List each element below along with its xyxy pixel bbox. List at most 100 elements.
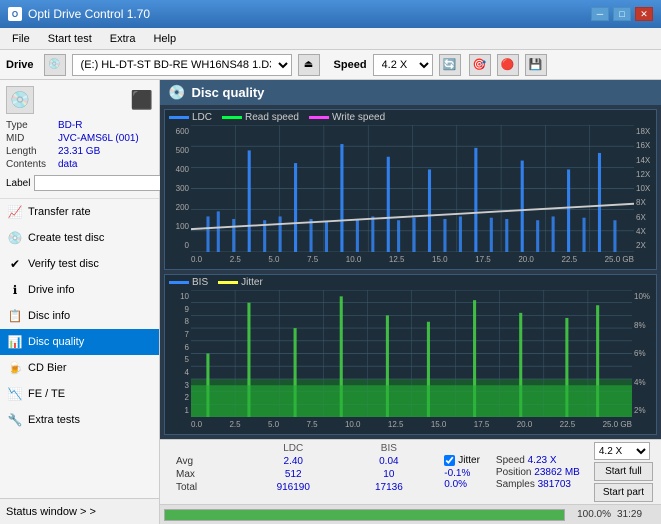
speed-select-stats[interactable]: 4.2 X — [594, 442, 650, 460]
y-top-right-6x: 6X — [636, 213, 654, 222]
disc-quality-icon: 📊 — [8, 335, 22, 349]
sidebar-item-verify-test-disc[interactable]: ✔ Verify test disc — [0, 251, 159, 277]
jitter-avg-val: -0.1% — [444, 468, 470, 479]
start-part-button[interactable]: Start part — [594, 483, 653, 502]
sidebar-item-extra-tests[interactable]: 🔧 Extra tests — [0, 407, 159, 433]
y-bot-5: 5 — [167, 355, 189, 364]
disc-mid-label: MID — [6, 133, 58, 144]
y-top-right-2x: 2X — [636, 241, 654, 250]
menu-help[interactable]: Help — [145, 31, 184, 47]
progress-time: 31:29 — [617, 509, 657, 520]
sidebar-item-label: Extra tests — [28, 414, 80, 426]
y-top-label-600: 600 — [167, 127, 189, 136]
drive-select[interactable]: (E:) HL-DT-ST BD-RE WH16NS48 1.D3 — [72, 54, 292, 76]
sidebar-item-disc-quality[interactable]: 📊 Disc quality — [0, 329, 159, 355]
y-top-right-4x: 4X — [636, 227, 654, 236]
col-ldc: LDC — [243, 442, 343, 455]
drive-label: Drive — [6, 59, 34, 71]
x-label-200: 20.0 — [518, 255, 534, 264]
disc-length-value: 23.31 GB — [58, 146, 100, 157]
disc-label-input[interactable] — [34, 175, 172, 191]
sidebar-item-label: FE / TE — [28, 388, 65, 400]
disc-type-value: BD-R — [58, 120, 82, 131]
jitter-max-val: 0.0% — [444, 479, 467, 490]
y-top-label-100: 100 — [167, 222, 189, 231]
y-bot-right-8pct: 8% — [634, 321, 654, 330]
jitter-checkbox[interactable] — [444, 455, 455, 466]
y-bot-3: 3 — [167, 381, 189, 390]
read-speed-legend-label: Read speed — [245, 112, 299, 123]
max-bis: 10 — [343, 468, 434, 481]
menu-start-test[interactable]: Start test — [40, 31, 100, 47]
menu-extra[interactable]: Extra — [102, 31, 144, 47]
sidebar-item-label: Create test disc — [28, 232, 104, 244]
bis-legend-label: BIS — [192, 277, 208, 288]
menubar: File Start test Extra Help — [0, 28, 661, 50]
y-bot-8: 8 — [167, 317, 189, 326]
speed-icon3[interactable]: 🔴 — [497, 54, 519, 76]
x-label-225: 22.5 — [561, 255, 577, 264]
disc-quality-header-icon: 💿 — [168, 84, 185, 101]
speed-select[interactable]: 4.2 X — [373, 54, 433, 76]
eject-button[interactable]: ⏏ — [298, 54, 320, 76]
sidebar-item-label: Drive info — [28, 284, 74, 296]
sidebar-item-label: Disc quality — [28, 336, 84, 348]
y-top-right-8x: 8X — [636, 198, 654, 207]
bottom-chart: BIS Jitter 10 9 8 7 6 5 — [164, 274, 657, 435]
maximize-button[interactable]: □ — [613, 7, 631, 21]
disc-expand-icon[interactable]: ⬛ — [131, 90, 153, 111]
y-top-right-16x: 16X — [636, 141, 654, 150]
sidebar-item-drive-info[interactable]: ℹ Drive info — [0, 277, 159, 303]
sidebar-item-cd-bier[interactable]: 🍺 CD Bier — [0, 355, 159, 381]
speed-row-label: Speed — [496, 455, 528, 466]
speed-refresh-icon[interactable]: 🔄 — [439, 54, 461, 76]
sidebar-item-fe-te[interactable]: 📉 FE / TE — [0, 381, 159, 407]
sidebar-item-label: Transfer rate — [28, 206, 91, 218]
content-area: 💿 Disc quality LDC Read speed — [160, 80, 661, 524]
nav-items: 📈 Transfer rate 💿 Create test disc ✔ Ver… — [0, 199, 159, 498]
col-empty — [164, 442, 243, 455]
avg-label: Avg — [164, 455, 243, 468]
top-chart-svg — [191, 125, 634, 252]
sidebar-item-transfer-rate[interactable]: 📈 Transfer rate — [0, 199, 159, 225]
app-icon: O — [8, 7, 22, 21]
x-label-175: 17.5 — [475, 255, 491, 264]
speed-label: Speed — [334, 59, 367, 71]
position-label: Position — [496, 467, 534, 478]
disc-mid-value: JVC-AMS6L (001) — [58, 133, 139, 144]
sidebar-item-disc-info[interactable]: 📋 Disc info — [0, 303, 159, 329]
disc-contents-value: data — [58, 159, 77, 170]
create-test-disc-icon: 💿 — [8, 231, 22, 245]
y-bot-right-4pct: 4% — [634, 378, 654, 387]
start-full-button[interactable]: Start full — [594, 462, 653, 481]
minimize-button[interactable]: ─ — [591, 7, 609, 21]
drivebar: Drive 💿 (E:) HL-DT-ST BD-RE WH16NS48 1.D… — [0, 50, 661, 80]
x-bot-label-200: 20.0 — [517, 420, 533, 429]
x-bot-label-175: 17.5 — [474, 420, 490, 429]
verify-test-disc-icon: ✔ — [8, 257, 22, 271]
top-chart: LDC Read speed Write speed 600 — [164, 109, 657, 270]
sidebar-item-label: Disc info — [28, 310, 70, 322]
close-button[interactable]: ✕ — [635, 7, 653, 21]
disc-contents-label: Contents — [6, 159, 58, 170]
status-window-button[interactable]: Status window > > — [0, 498, 159, 524]
speed-icon2[interactable]: 🎯 — [469, 54, 491, 76]
max-label: Max — [164, 468, 243, 481]
stats-table: LDC BIS Avg 2.40 0.04 Max 512 — [164, 442, 434, 502]
speed-save-icon[interactable]: 💾 — [525, 54, 547, 76]
y-bot-10: 10 — [167, 292, 189, 301]
window-title: Opti Drive Control 1.70 — [28, 7, 150, 21]
y-bot-9: 9 — [167, 305, 189, 314]
sidebar-item-label: Verify test disc — [28, 258, 99, 270]
extra-tests-icon: 🔧 — [8, 413, 22, 427]
jitter-legend-color — [218, 281, 238, 284]
titlebar: O Opti Drive Control 1.70 ─ □ ✕ — [0, 0, 661, 28]
disc-label-label: Label — [6, 178, 30, 189]
speed-value: 4.23 X — [528, 455, 557, 466]
y-bot-7: 7 — [167, 330, 189, 339]
menu-file[interactable]: File — [4, 31, 38, 47]
ldc-legend-label: LDC — [192, 112, 212, 123]
total-bis: 17136 — [343, 481, 434, 494]
sidebar-item-create-test-disc[interactable]: 💿 Create test disc — [0, 225, 159, 251]
sidebar: 💿 ⬛ Type BD-R MID JVC-AMS6L (001) Length… — [0, 80, 160, 524]
